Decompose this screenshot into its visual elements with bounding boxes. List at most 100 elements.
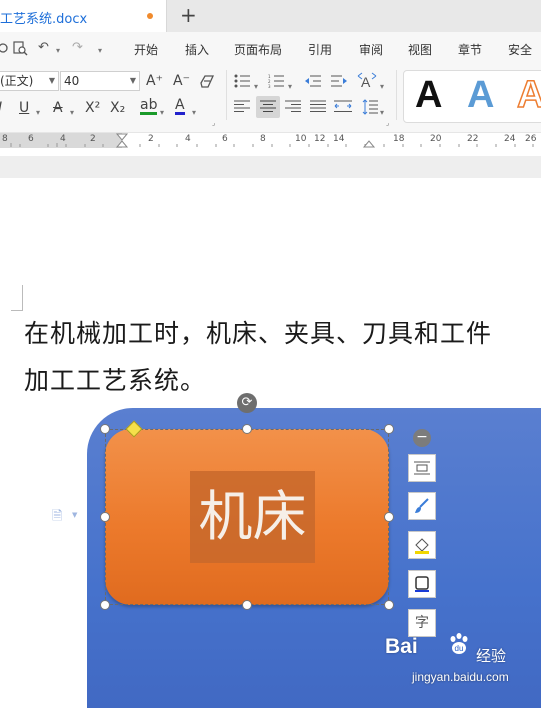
baidu-paw-icon: du	[450, 633, 468, 654]
chevron-down-icon[interactable]: ▾	[160, 105, 164, 121]
layout-options-button[interactable]	[408, 454, 436, 482]
ruler-number: 6	[222, 134, 228, 144]
clear-format-icon[interactable]	[199, 74, 216, 89]
menu-security[interactable]: 安全	[508, 41, 532, 58]
text-wrap-button[interactable]: 字	[408, 609, 436, 637]
shape-fill-button[interactable]	[408, 492, 436, 520]
menu-view[interactable]: 视图	[408, 41, 432, 58]
chevron-down-icon[interactable]: ▾	[254, 79, 258, 95]
resize-handle-top-right[interactable]	[384, 424, 394, 434]
font-name-select[interactable]: (正文) ▼	[0, 71, 59, 91]
ruler-number: 4	[185, 134, 191, 144]
grow-font-icon[interactable]: A⁺	[146, 73, 163, 89]
chevron-down-icon[interactable]: ▼	[72, 511, 77, 519]
menu-review[interactable]: 审阅	[359, 41, 383, 58]
align-right-icon[interactable]	[285, 100, 301, 113]
document-outline-icon[interactable]: 🗎	[52, 507, 62, 529]
distribute-icon[interactable]	[334, 100, 352, 113]
body-text-line[interactable]: 在机械加工时，机床、夹具、刀具和工件	[24, 314, 492, 350]
undo-icon[interactable]: ↶	[38, 40, 49, 55]
undo-dropdown-icon[interactable]: ▾	[56, 46, 60, 55]
resize-handle-bottom-left[interactable]	[100, 600, 110, 610]
resize-handle-bottom[interactable]	[242, 600, 252, 610]
rotate-handle-icon[interactable]: ⟳	[237, 393, 257, 413]
chevron-down-icon[interactable]: ▾	[192, 105, 196, 121]
ruler-number: 24	[504, 134, 516, 144]
underline-button[interactable]: U	[19, 100, 29, 116]
ruler-number: 10	[295, 134, 307, 144]
collapse-toolbar-icon[interactable]: −	[413, 429, 431, 447]
line-spacing-icon[interactable]	[362, 99, 378, 115]
shape-outline-button[interactable]	[408, 531, 436, 559]
svg-text:3: 3	[268, 84, 271, 88]
baidu-watermark-logo: Bai	[385, 635, 418, 658]
shape-border-button[interactable]	[408, 570, 436, 598]
menu-home[interactable]: 开始	[134, 41, 158, 58]
font-dialog-launcher-icon[interactable]: ⌟	[212, 119, 215, 127]
ruler-number: 20	[430, 134, 442, 144]
font-size-value: 40	[64, 74, 80, 88]
font-name-value: (正文)	[0, 74, 34, 88]
chevron-down-icon: ▼	[48, 76, 55, 85]
font-color-button[interactable]: A	[175, 98, 185, 115]
layout-icon	[414, 461, 430, 475]
brush-icon	[415, 498, 429, 513]
style-black-option[interactable]: A	[415, 74, 442, 116]
chevron-down-icon[interactable]: ▾	[70, 105, 74, 121]
ruler-number: 2	[90, 134, 96, 144]
align-center-icon[interactable]	[260, 100, 276, 113]
ruler-ticks	[10, 133, 534, 148]
resize-handle-left[interactable]	[100, 512, 110, 522]
text-direction-icon[interactable]: A	[357, 72, 377, 90]
menu-insert[interactable]: 插入	[185, 41, 209, 58]
bullet-list-icon[interactable]	[234, 74, 252, 88]
body-text-line[interactable]: 加工工艺系统。	[24, 361, 206, 397]
subscript-button[interactable]: X₂	[110, 100, 125, 116]
ruler-number: 12	[314, 134, 326, 144]
ruler-number: 26	[525, 134, 537, 144]
resize-handle-top[interactable]	[242, 424, 252, 434]
justify-icon[interactable]	[310, 100, 326, 113]
chevron-down-icon: ▼	[129, 76, 136, 85]
align-left-icon[interactable]	[234, 100, 250, 113]
superscript-button[interactable]: X²	[85, 100, 100, 116]
menu-section[interactable]: 章节	[458, 41, 482, 58]
document-tab[interactable]: 工艺系统.docx	[0, 0, 167, 32]
italic-button[interactable]: I	[0, 100, 2, 116]
shrink-font-icon[interactable]: A⁻	[173, 73, 190, 89]
separator	[396, 70, 397, 120]
ruler-number: 18	[393, 134, 405, 144]
ruler-number: 22	[467, 134, 479, 144]
highlight-button[interactable]: ab	[140, 98, 158, 115]
baidu-watermark-url: jingyan.baidu.com	[412, 670, 509, 684]
resize-handle-top-left[interactable]	[100, 424, 110, 434]
more-dropdown-icon[interactable]: ▾	[98, 46, 102, 55]
chevron-down-icon[interactable]: ▾	[380, 105, 384, 121]
style-blue-option[interactable]: A	[467, 74, 494, 116]
ruler-number: 8	[2, 134, 8, 144]
chevron-down-icon[interactable]: ▾	[36, 105, 40, 121]
document-tab-title: 工艺系统.docx	[0, 12, 88, 27]
style-orange-outline-option[interactable]: A	[516, 73, 541, 117]
decrease-indent-icon[interactable]	[304, 74, 322, 88]
new-tab-button[interactable]: +	[180, 4, 197, 26]
ruler-number: 14	[333, 134, 345, 144]
font-size-select[interactable]: 40 ▼	[60, 71, 140, 91]
strikethrough-button[interactable]: A	[53, 100, 63, 116]
ruler-number: 2	[148, 134, 154, 144]
paragraph-dialog-launcher-icon[interactable]: ⌟	[386, 119, 389, 127]
menu-page-layout[interactable]: 页面布局	[234, 41, 282, 58]
numbered-list-icon[interactable]: 123	[268, 74, 286, 88]
increase-indent-icon[interactable]	[330, 74, 348, 88]
margin-corner-mark	[11, 285, 23, 311]
border-icon	[415, 576, 429, 592]
svg-text:A: A	[361, 74, 371, 90]
print-preview-icon[interactable]	[12, 40, 28, 56]
resize-handle-right[interactable]	[384, 512, 394, 522]
resize-handle-bottom-right[interactable]	[384, 600, 394, 610]
toolbar-partial-icon[interactable]	[0, 41, 10, 55]
chevron-down-icon[interactable]: ▾	[380, 79, 384, 95]
menu-references[interactable]: 引用	[308, 41, 332, 58]
redo-icon[interactable]: ↷	[72, 40, 83, 55]
chevron-down-icon[interactable]: ▾	[288, 79, 292, 95]
